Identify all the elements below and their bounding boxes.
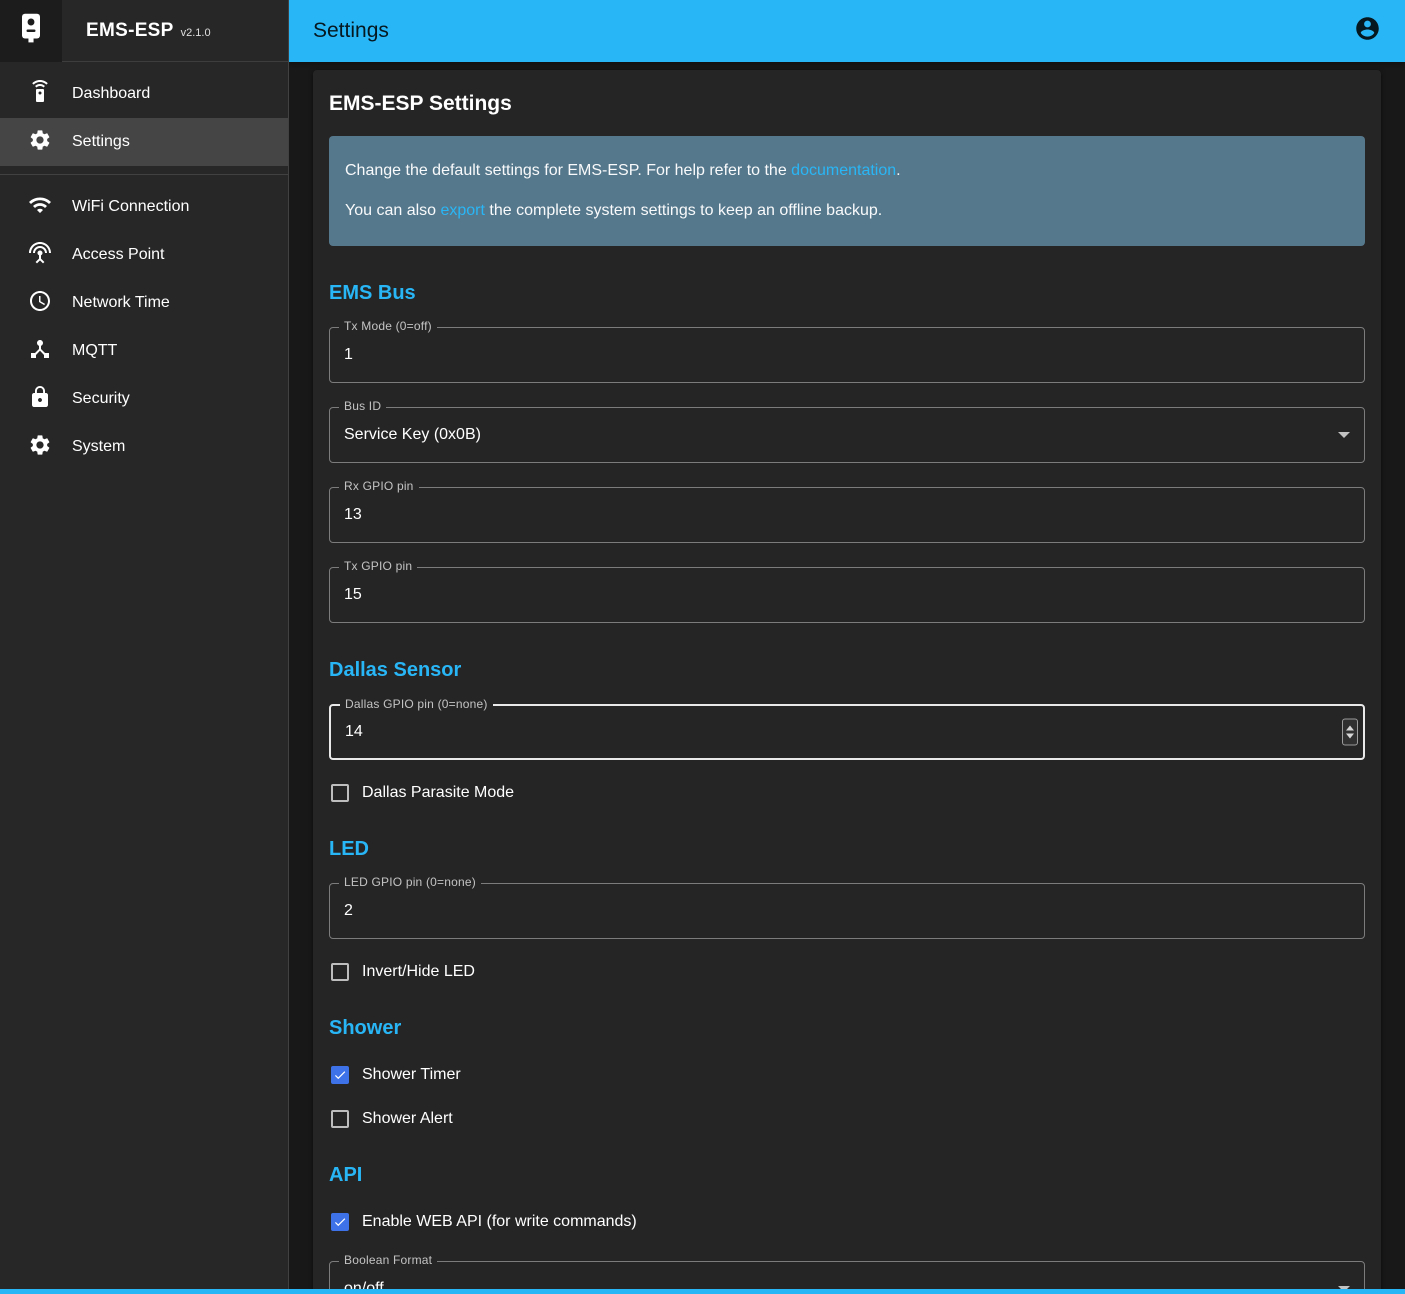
section-heading-led: LED bbox=[329, 838, 1365, 861]
tx-mode-label: Tx Mode (0=off) bbox=[339, 319, 437, 333]
sidebar-item-wifi-connection[interactable]: WiFi Connection bbox=[0, 183, 288, 231]
enable-web-api-label: Enable WEB API (for write commands) bbox=[362, 1213, 637, 1231]
spinner-down-icon[interactable] bbox=[1346, 734, 1354, 739]
sidebar-item-label: System bbox=[72, 438, 125, 456]
tx-gpio-label: Tx GPIO pin bbox=[339, 559, 417, 573]
sidebar-item-network-time[interactable]: Network Time bbox=[0, 279, 288, 327]
boolean-format-label: Boolean Format bbox=[339, 1253, 437, 1267]
info-line-2: You can also export the complete system … bbox=[345, 199, 1349, 223]
invert-led-checkbox[interactable] bbox=[331, 963, 349, 981]
page-title: Settings bbox=[313, 19, 389, 43]
dallas-parasite-checkbox[interactable] bbox=[331, 784, 349, 802]
sidebar-item-label: Dashboard bbox=[72, 85, 150, 103]
section-heading-shower: Shower bbox=[329, 1017, 1365, 1040]
led-gpio-input[interactable] bbox=[330, 884, 1364, 938]
account-circle-icon bbox=[1354, 15, 1381, 47]
info-box: Change the default settings for EMS-ESP.… bbox=[329, 136, 1365, 246]
tx-mode-field: Tx Mode (0=off) bbox=[329, 327, 1365, 383]
shower-timer-checkbox[interactable] bbox=[331, 1066, 349, 1084]
shower-timer-label: Shower Timer bbox=[362, 1066, 461, 1084]
main-area: Settings EMS-ESP Settings Change the def… bbox=[289, 0, 1405, 1294]
app-logo-icon bbox=[13, 10, 49, 51]
spinner-up-icon[interactable] bbox=[1346, 726, 1354, 731]
bus-id-value[interactable]: Service Key (0x0B) bbox=[330, 426, 1364, 444]
chevron-down-icon bbox=[1338, 432, 1350, 438]
dallas-gpio-input[interactable] bbox=[331, 706, 1363, 758]
sidebar-divider bbox=[0, 174, 288, 175]
shower-alert-label: Shower Alert bbox=[362, 1110, 453, 1128]
tx-gpio-field: Tx GPIO pin bbox=[329, 567, 1365, 623]
sidebar-item-label: WiFi Connection bbox=[72, 198, 189, 216]
app-logo bbox=[0, 0, 62, 62]
sidebar-item-dashboard[interactable]: Dashboard bbox=[0, 70, 288, 118]
check-icon bbox=[333, 1214, 347, 1230]
sidebar: EMS-ESP v2.1.0 Dashboard Settings bbox=[0, 0, 289, 1294]
number-spinner[interactable] bbox=[1342, 719, 1358, 746]
enable-web-api-checkbox[interactable] bbox=[331, 1213, 349, 1231]
invert-led-checkbox-row[interactable]: Invert/Hide LED bbox=[331, 963, 1365, 981]
sidebar-item-label: Settings bbox=[72, 133, 130, 151]
section-heading-dallas-sensor: Dallas Sensor bbox=[329, 659, 1365, 682]
dallas-parasite-checkbox-row[interactable]: Dallas Parasite Mode bbox=[331, 784, 1365, 802]
tx-gpio-input[interactable] bbox=[330, 568, 1364, 622]
sidebar-nav: Dashboard Settings WiFi Connection Acc bbox=[0, 62, 288, 471]
appbar: Settings bbox=[289, 0, 1405, 62]
clock-icon bbox=[28, 289, 52, 318]
account-button[interactable] bbox=[1353, 17, 1381, 45]
bus-id-label: Bus ID bbox=[339, 399, 386, 413]
sidebar-item-label: Security bbox=[72, 390, 130, 408]
device-hub-icon bbox=[28, 337, 52, 366]
gear-icon bbox=[28, 433, 52, 462]
card-title: EMS-ESP Settings bbox=[329, 92, 1365, 116]
bus-id-select[interactable]: Bus ID Service Key (0x0B) bbox=[329, 407, 1365, 463]
app-version: v2.1.0 bbox=[181, 23, 211, 39]
sidebar-item-label: Access Point bbox=[72, 246, 164, 264]
documentation-link[interactable]: documentation bbox=[791, 162, 896, 179]
sidebar-item-access-point[interactable]: Access Point bbox=[0, 231, 288, 279]
sidebar-item-system[interactable]: System bbox=[0, 423, 288, 471]
remote-device-icon bbox=[28, 80, 52, 109]
rx-gpio-field: Rx GPIO pin bbox=[329, 487, 1365, 543]
rx-gpio-input[interactable] bbox=[330, 488, 1364, 542]
content-area: EMS-ESP Settings Change the default sett… bbox=[289, 62, 1405, 1294]
antenna-icon bbox=[28, 241, 52, 270]
wifi-icon bbox=[28, 193, 52, 222]
dallas-gpio-field: Dallas GPIO pin (0=none) bbox=[329, 704, 1365, 760]
shower-timer-checkbox-row[interactable]: Shower Timer bbox=[331, 1066, 1365, 1084]
bottom-accent-strip bbox=[0, 1289, 1405, 1294]
settings-card: EMS-ESP Settings Change the default sett… bbox=[313, 70, 1381, 1294]
check-icon bbox=[333, 1067, 347, 1083]
tx-mode-input[interactable] bbox=[330, 328, 1364, 382]
invert-led-label: Invert/Hide LED bbox=[362, 963, 475, 981]
sidebar-item-security[interactable]: Security bbox=[0, 375, 288, 423]
info-line-1: Change the default settings for EMS-ESP.… bbox=[345, 159, 1349, 183]
section-heading-ems-bus: EMS Bus bbox=[329, 282, 1365, 305]
shower-alert-checkbox[interactable] bbox=[331, 1110, 349, 1128]
led-gpio-field: LED GPIO pin (0=none) bbox=[329, 883, 1365, 939]
shower-alert-checkbox-row[interactable]: Shower Alert bbox=[331, 1110, 1365, 1128]
rx-gpio-label: Rx GPIO pin bbox=[339, 479, 419, 493]
dallas-gpio-label: Dallas GPIO pin (0=none) bbox=[340, 697, 493, 711]
enable-web-api-checkbox-row[interactable]: Enable WEB API (for write commands) bbox=[331, 1213, 1365, 1231]
sidebar-item-mqtt[interactable]: MQTT bbox=[0, 327, 288, 375]
sidebar-item-label: MQTT bbox=[72, 342, 117, 360]
sidebar-item-settings[interactable]: Settings bbox=[0, 118, 288, 166]
dallas-parasite-label: Dallas Parasite Mode bbox=[362, 784, 514, 802]
app-name: EMS-ESP bbox=[86, 20, 174, 42]
sidebar-item-label: Network Time bbox=[72, 294, 170, 312]
app-root: EMS-ESP v2.1.0 Dashboard Settings bbox=[0, 0, 1405, 1294]
led-gpio-label: LED GPIO pin (0=none) bbox=[339, 875, 481, 889]
export-link[interactable]: export bbox=[440, 202, 484, 219]
section-heading-api: API bbox=[329, 1164, 1365, 1187]
gear-icon bbox=[28, 128, 52, 157]
sidebar-header: EMS-ESP v2.1.0 bbox=[0, 0, 288, 62]
lock-icon bbox=[28, 385, 52, 414]
